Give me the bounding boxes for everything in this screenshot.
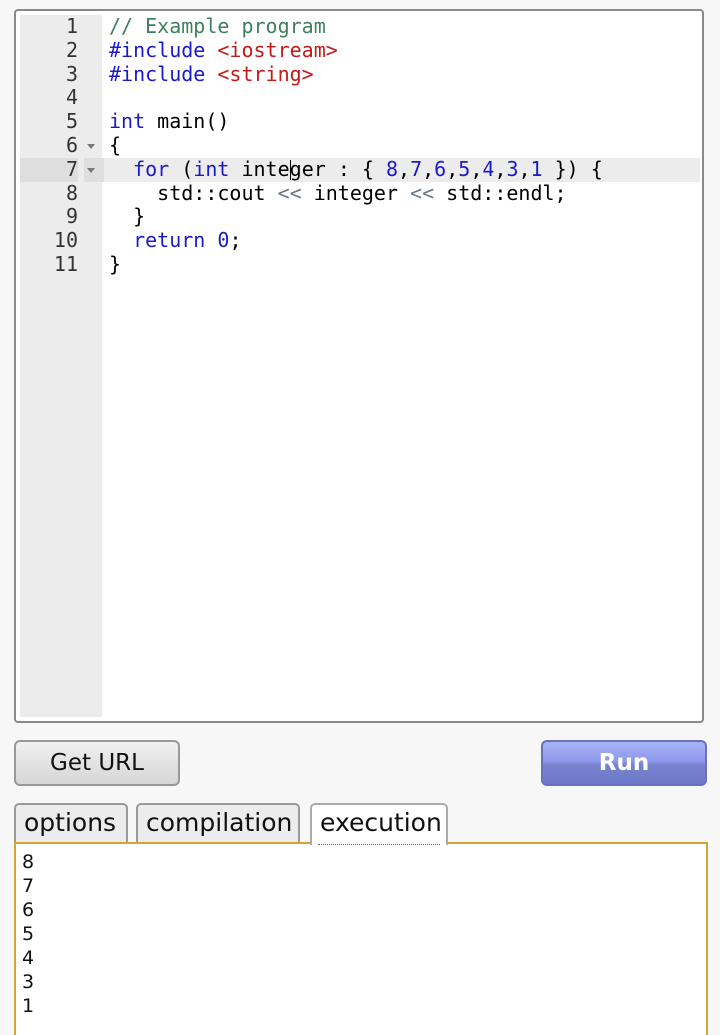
code-token: // Example program xyxy=(109,14,326,38)
code-token: , xyxy=(422,156,435,181)
code-line[interactable]: 1 // Example program xyxy=(20,14,700,39)
code-line[interactable]: 6{ xyxy=(20,132,700,158)
tab-compilation[interactable]: compilation xyxy=(136,803,300,843)
code-token: <string> xyxy=(217,61,314,86)
code-line[interactable]: 4 xyxy=(20,86,700,110)
code-text: } xyxy=(109,251,122,277)
code-token: for xyxy=(133,156,170,181)
tab-execution-label: execution xyxy=(320,808,442,837)
code-text: #include <iostream> xyxy=(109,37,338,63)
code-text: { xyxy=(109,132,122,158)
code-line[interactable]: 9 } xyxy=(20,204,700,229)
code-token: ger : { xyxy=(289,156,386,181)
code-token: }) { xyxy=(542,156,603,181)
code-text: int main() xyxy=(109,109,230,134)
code-token: } xyxy=(109,204,146,229)
code-token: 6 xyxy=(434,156,447,181)
code-token: <iostream> xyxy=(217,37,338,62)
code-token: main() xyxy=(145,109,230,134)
code-line[interactable]: 8 std::cout << integer << std::endl; xyxy=(20,180,700,206)
code-token: #include xyxy=(109,61,218,86)
get-url-button[interactable]: Get URL xyxy=(14,740,180,786)
code-token: std::endl; xyxy=(434,180,567,205)
code-text: std::cout << integer << std::endl; xyxy=(109,180,567,206)
code-token: 3 xyxy=(506,156,519,181)
tab-focus-underline xyxy=(318,844,440,845)
code-token: , xyxy=(494,156,507,181)
code-token: , xyxy=(446,156,459,181)
output-line: 4 xyxy=(22,947,35,969)
code-line[interactable]: 3 #include <string> xyxy=(20,61,700,87)
code-token: #include xyxy=(109,37,218,62)
code-editor[interactable]: 1// Example program 2 #include <iostream> 3… xyxy=(14,9,704,723)
output-line: 3 xyxy=(22,971,35,993)
output-line: 6 xyxy=(22,899,35,921)
line-number: 11 xyxy=(53,251,78,276)
code-text: } xyxy=(109,204,146,229)
code-line[interactable]: 10 return 0; xyxy=(20,228,700,253)
line-number: 6 xyxy=(65,132,78,157)
line-number: 4 xyxy=(65,85,78,110)
line-number: 7 xyxy=(20,157,78,182)
code-token: { xyxy=(109,132,122,157)
output-line: 7 xyxy=(22,875,35,897)
code-token: int xyxy=(109,109,146,134)
code-token: std::cout xyxy=(109,180,278,205)
line-number: 2 xyxy=(65,37,78,62)
run-button[interactable]: Run xyxy=(541,740,707,786)
code-line[interactable]: 2 #include <iostream> xyxy=(20,37,700,63)
code-line[interactable]: 5 int main() xyxy=(20,109,700,134)
code-token: inte xyxy=(229,156,290,181)
code-text: // Example program xyxy=(109,14,326,39)
tab-execution[interactable]: execution xyxy=(310,803,448,845)
line-number: 1 xyxy=(65,14,78,38)
tab-compilation-label: compilation xyxy=(146,808,293,837)
code-line[interactable]: 7 for (int integer : { 8,7,6,5,4,3,1 }) … xyxy=(20,156,700,182)
line-number: 3 xyxy=(65,61,78,86)
line-number: 5 xyxy=(65,109,78,134)
code-line[interactable]: 11} xyxy=(20,251,700,277)
tab-options-label: options xyxy=(24,808,117,837)
output-line: 5 xyxy=(22,923,35,945)
code-token: , xyxy=(518,156,531,181)
code-token: 8 xyxy=(385,156,399,181)
code-text: #include <string> xyxy=(109,61,314,87)
tab-options[interactable]: options xyxy=(14,803,128,843)
code-token: << xyxy=(277,180,302,205)
code-token: 1 xyxy=(530,156,543,181)
code-token: ; xyxy=(229,228,242,253)
output-line: 1 xyxy=(22,995,35,1017)
code-token: 4 xyxy=(482,156,495,181)
output-line: 8 xyxy=(22,851,35,873)
code-token: , xyxy=(398,156,411,181)
code-token: ( xyxy=(169,156,194,181)
code-token: return xyxy=(133,228,206,253)
code-token: 0 xyxy=(217,228,230,253)
line-number: 8 xyxy=(65,180,78,205)
execution-output[interactable]: 8 7 6 5 4 3 1 xyxy=(14,842,708,1035)
fold-arrow-icon[interactable] xyxy=(84,134,104,158)
line-number: 10 xyxy=(53,228,78,253)
code-token: 5 xyxy=(458,156,471,181)
code-token: << xyxy=(410,180,435,205)
line-number: 9 xyxy=(65,204,78,229)
code-area[interactable]: 1// Example program 2 #include <iostream> 3… xyxy=(20,14,700,277)
code-token: 7 xyxy=(410,156,423,181)
code-token: } xyxy=(109,251,122,276)
code-token: , xyxy=(470,156,483,181)
code-token: integer xyxy=(301,180,411,205)
code-text: return 0; xyxy=(109,228,242,253)
fold-arrow-icon[interactable] xyxy=(84,157,104,182)
page: 1// Example program 2 #include <iostream> 3… xyxy=(0,0,720,1035)
code-text: for (int integer : { 8,7,6,5,4,3,1 }) { xyxy=(109,156,603,182)
code-token: int xyxy=(193,156,230,181)
